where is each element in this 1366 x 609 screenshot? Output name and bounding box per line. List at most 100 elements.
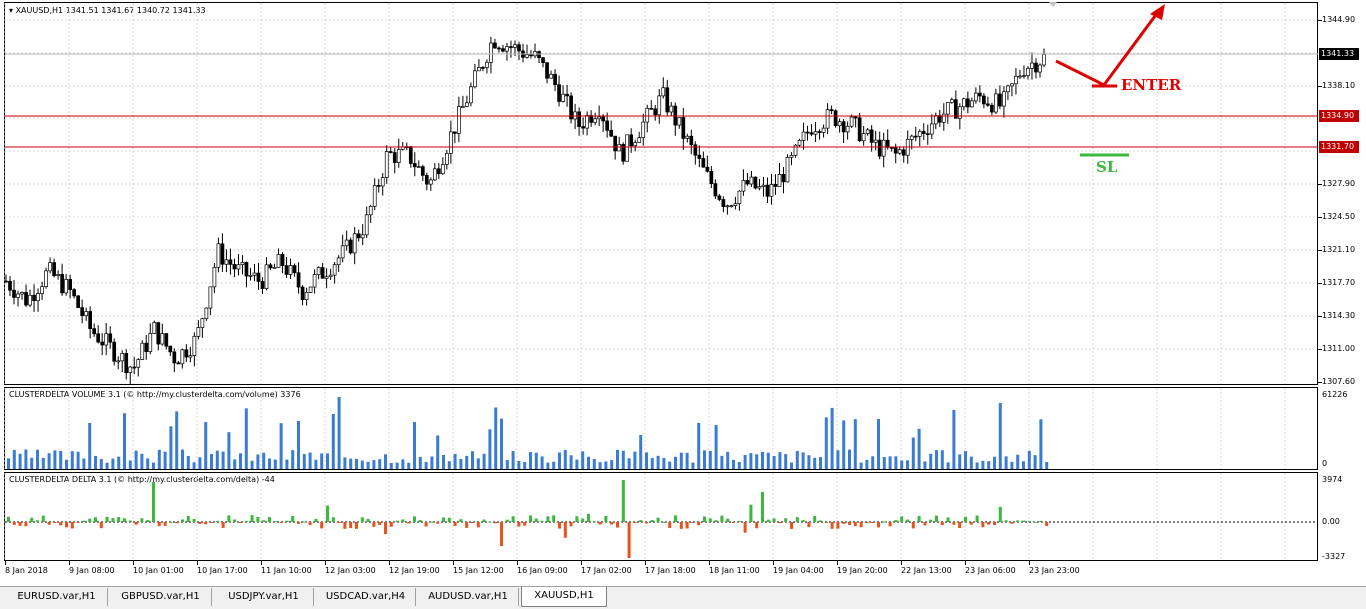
candle-body — [625, 134, 630, 162]
delta-negative-bar — [853, 522, 857, 527]
candle-body — [737, 190, 742, 205]
delta-negative-bar — [355, 522, 358, 529]
delta-positive-bar — [621, 480, 625, 522]
candle-body — [573, 111, 577, 120]
volume-bar — [471, 451, 474, 469]
time-tick — [325, 561, 326, 565]
delta-negative-bar — [320, 522, 324, 529]
volume-bar — [668, 461, 672, 469]
chart-tab[interactable]: XAUUSD,H1 — [521, 587, 607, 607]
volume-bar — [59, 450, 63, 469]
enter-arrow-line — [1055, 11, 1160, 87]
candle-body — [925, 133, 930, 135]
price-tick-label: 1321.10 — [1322, 245, 1356, 254]
chart-tab[interactable]: EURUSD.var,H1 — [6, 588, 108, 606]
delta-negative-bar — [279, 522, 283, 523]
candle-body — [412, 163, 417, 168]
candle-body — [841, 121, 846, 133]
delta-positive-bar — [314, 518, 318, 522]
candle-body — [372, 185, 377, 207]
candle-body — [509, 46, 513, 48]
delta-positive-bar — [395, 520, 399, 522]
candle-body — [897, 149, 902, 154]
volume-bar — [795, 450, 799, 469]
delta-positive-bar — [935, 515, 938, 522]
delta-negative-bar — [1045, 522, 1049, 527]
delta-negative-bar — [476, 522, 480, 528]
candle-body — [200, 318, 205, 328]
candle-body — [557, 84, 561, 102]
candle-body — [152, 322, 157, 334]
price-tick — [1318, 20, 1322, 21]
delta-negative-bar — [993, 522, 996, 525]
volume-bar — [192, 462, 196, 469]
volume-bar — [587, 456, 590, 469]
time-tick-label: 15 Jan 12:00 — [453, 566, 504, 575]
candle-body — [256, 272, 261, 282]
volume-bar — [181, 449, 184, 469]
volume-bar — [111, 458, 115, 469]
volume-bar — [268, 458, 271, 469]
volume-bar — [349, 458, 353, 469]
volume-bar — [981, 460, 985, 469]
candle-body — [1018, 75, 1022, 78]
candle-body — [549, 73, 553, 79]
delta-positive-bar — [111, 518, 115, 522]
delta-positive-bar — [546, 516, 550, 522]
volume-bar — [581, 451, 585, 469]
volume-axis-min: 0 — [1322, 459, 1328, 468]
volume-bar — [900, 460, 904, 469]
candle-body — [244, 262, 249, 277]
candle-body — [789, 155, 794, 158]
delta-negative-bar — [877, 522, 880, 528]
candle-body — [276, 254, 281, 268]
candle-body — [797, 140, 802, 146]
candle-body — [873, 139, 878, 143]
delta-positive-bar — [250, 515, 254, 522]
volume-bar — [94, 455, 97, 469]
volume-bar — [221, 451, 225, 469]
candle-body — [869, 129, 874, 143]
delta-negative-bar — [824, 522, 828, 523]
candle-body — [272, 267, 277, 269]
delta-positive-bar — [128, 520, 132, 522]
delta-positive-bar — [1004, 520, 1008, 522]
delta-negative-bar — [99, 522, 103, 529]
candle-body — [120, 353, 125, 362]
volume-bar — [610, 460, 614, 469]
delta-negative-bar — [633, 522, 637, 523]
candle-body — [777, 174, 782, 187]
candle-body — [436, 168, 441, 175]
delta-negative-bar — [424, 522, 428, 527]
volume-bar — [830, 407, 834, 469]
delta-negative-bar — [679, 522, 683, 529]
candle-body — [769, 184, 774, 197]
candle-body — [344, 239, 349, 247]
candle-body — [236, 264, 241, 270]
candle-body — [529, 54, 533, 57]
delta-negative-bar — [888, 522, 892, 527]
candle-body — [729, 205, 734, 207]
price-tick — [1318, 382, 1322, 383]
chart-tab[interactable]: USDCAD.var,H4 — [316, 588, 416, 606]
candle-body — [128, 366, 133, 373]
chart-tab[interactable]: USDJPY.var,H1 — [214, 588, 314, 606]
delta-positive-bar — [152, 482, 155, 522]
candle-body — [112, 341, 117, 362]
delta-positive-bar — [36, 520, 39, 522]
volume-bar — [732, 459, 735, 469]
volume-bar — [679, 452, 683, 469]
chart-tab[interactable]: GBPUSD.var,H1 — [110, 588, 212, 606]
candle-body — [1006, 85, 1010, 93]
chart-tab[interactable]: AUDUSD.var,H1 — [418, 588, 519, 606]
volume-bar — [616, 449, 619, 469]
delta-positive-bar — [737, 521, 741, 523]
candle-body — [473, 70, 477, 88]
candle-body — [849, 116, 854, 127]
volume-bar — [691, 462, 695, 469]
time-tick — [453, 561, 454, 565]
volume-bar — [256, 454, 260, 469]
volume-bar — [331, 413, 335, 469]
delta-positive-bar — [505, 519, 509, 522]
delta-negative-bar — [198, 522, 202, 525]
